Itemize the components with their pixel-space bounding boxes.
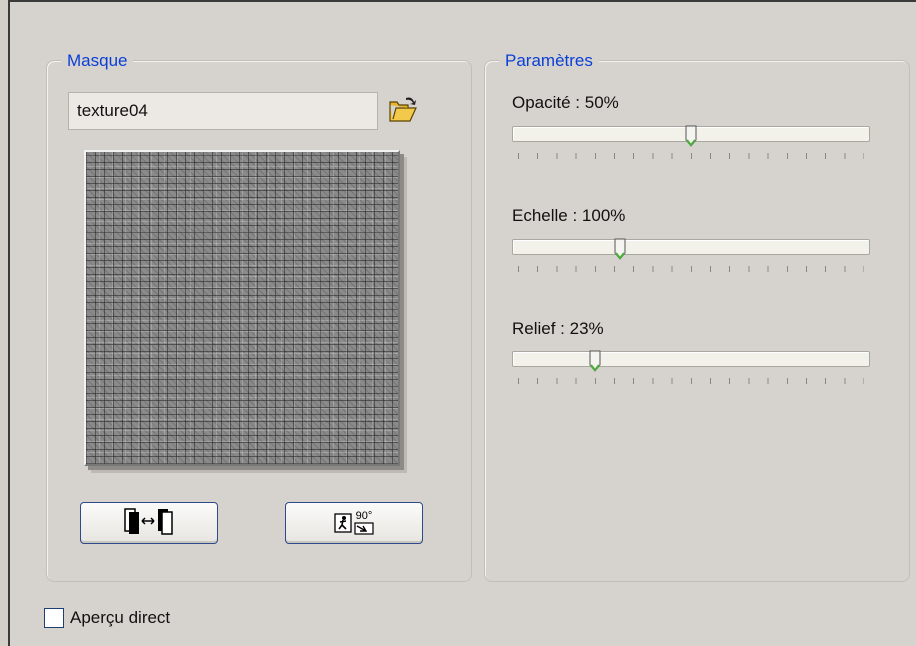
relief-slider[interactable] [512,350,870,372]
scale-slider-ticks [518,266,864,272]
live-preview-label: Aperçu direct [70,608,171,627]
relief-slider-ticks [518,378,864,384]
opacity-slider-ticks [518,153,864,159]
opacity-slider[interactable] [512,125,870,147]
relief-label: Relief : 23% [512,319,604,338]
live-preview-option[interactable]: Aperçu direct [44,608,170,628]
rotate-90-button[interactable]: 90° [285,502,423,544]
invert-mask-button[interactable] [80,502,218,544]
mask-texture-preview [84,150,400,466]
folder-open-icon[interactable] [388,96,418,124]
scale-label: Echelle : 100% [512,206,626,225]
scale-slider[interactable] [512,238,870,260]
rotate-90-label: 90° [355,510,373,522]
live-preview-checkbox[interactable] [44,608,64,628]
mask-group-title: Masque [61,50,134,72]
opacity-label: Opacité : 50% [512,93,619,112]
parameters-group-title: Paramètres [499,50,599,72]
mask-name-field[interactable]: texture04 [68,92,378,130]
rotate-90-icon: 90° [334,511,374,535]
invert-mask-icon [123,507,175,540]
scale-slider-thumb[interactable] [614,238,626,260]
opacity-slider-thumb[interactable] [685,125,697,147]
relief-slider-thumb[interactable] [589,350,601,372]
